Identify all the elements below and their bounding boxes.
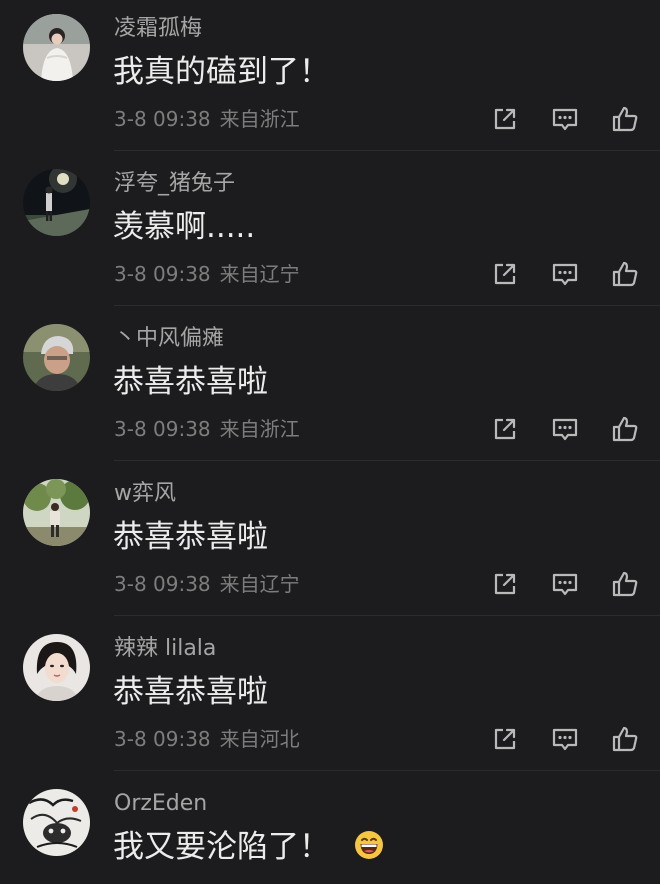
reply-button[interactable] [550,724,580,754]
share-button[interactable] [490,414,520,444]
comment-text-body: 我又要沦陷了！ [113,829,330,865]
username[interactable]: 丶中风偏瘫 [114,324,224,354]
comment-text: 我真的磕到了！ [113,54,330,90]
comment-time: 3-8 09:38 [114,572,211,596]
divider [114,305,660,306]
share-button[interactable] [490,724,520,754]
divider [114,150,660,151]
grinning-face-emoji-icon [355,831,383,859]
username[interactable]: 凌霜孤梅 [114,14,202,44]
like-button[interactable] [610,104,640,134]
comment-location: 来自河北 [219,727,300,751]
thumbs-up-icon [612,416,638,442]
share-icon [494,418,516,440]
avatar-woman-white-dress-icon [23,14,90,81]
comment-meta: 3-8 09:38 来自浙江 [114,104,300,134]
avatar[interactable] [23,789,90,856]
comment-text: 恭喜恭喜啦 [113,519,268,555]
username[interactable]: OrzEden [114,789,207,819]
avatar[interactable] [23,479,90,546]
share-button[interactable] [490,569,520,599]
comment-item: OrzEden 我又要沦陷了！ [0,775,660,884]
like-button[interactable] [610,259,640,289]
comment-item: w弈风 恭喜恭喜啦 3-8 09:38 来自辽宁 [0,465,660,620]
comment-meta: 3-8 09:38 来自辽宁 [114,569,300,599]
share-icon [494,728,516,750]
divider [114,615,660,616]
comment-meta: 3-8 09:38 来自辽宁 [114,259,300,289]
reply-button[interactable] [550,259,580,289]
divider [114,770,660,771]
share-icon [494,263,516,285]
avatar-person-trees-icon [23,479,90,546]
share-icon [494,108,516,130]
share-icon [494,573,516,595]
reply-button[interactable] [550,104,580,134]
like-button[interactable] [610,414,640,444]
comment-time: 3-8 09:38 [114,727,211,751]
comment-bubble-icon [552,573,578,596]
comment-bubble-icon [552,108,578,131]
comment-text: 恭喜恭喜啦 [113,674,268,710]
comment-bubble-icon [552,728,578,751]
share-button[interactable] [490,259,520,289]
comment-location: 来自辽宁 [219,572,300,596]
avatar-ink-drawing-icon [23,789,90,856]
thumbs-up-icon [612,571,638,597]
username[interactable]: w弈风 [114,479,176,509]
comment-location: 来自辽宁 [219,262,300,286]
avatar[interactable] [23,14,90,81]
username[interactable]: 浮夸_猪兔子 [114,169,235,199]
comment-time: 3-8 09:38 [114,262,211,286]
comment-text: 羡慕啊..... [113,209,256,245]
comment-item: 辣辣 lilala 恭喜恭喜啦 3-8 09:38 来自河北 [0,620,660,775]
reply-button[interactable] [550,414,580,444]
comment-location: 来自浙江 [219,417,300,441]
like-button[interactable] [610,569,640,599]
username[interactable]: 辣辣 lilala [114,634,216,664]
comment-item: 丶中风偏瘫 恭喜恭喜啦 3-8 09:38 来自浙江 [0,310,660,465]
comment-text: 恭喜恭喜啦 [113,364,268,400]
thumbs-up-icon [612,106,638,132]
divider [114,460,660,461]
comment-time: 3-8 09:38 [114,417,211,441]
avatar-man-portrait-icon [23,324,90,391]
comment-meta: 3-8 09:38 来自浙江 [114,414,300,444]
comment-bubble-icon [552,418,578,441]
comment-item: 浮夸_猪兔子 羡慕啊..... 3-8 09:38 来自辽宁 [0,155,660,310]
comment-meta: 3-8 09:38 来自河北 [114,724,300,754]
comment-text: 我又要沦陷了！ [113,825,384,869]
avatar-woman-portrait-icon [23,634,90,701]
comment-item: 凌霜孤梅 我真的磕到了！ 3-8 09:38 来自浙江 [0,0,660,155]
comment-time: 3-8 09:38 [114,107,211,131]
comment-location: 来自浙江 [219,107,300,131]
avatar[interactable] [23,634,90,701]
avatar-night-street-icon [23,169,90,236]
thumbs-up-icon [612,726,638,752]
like-button[interactable] [610,724,640,754]
avatar[interactable] [23,169,90,236]
comment-bubble-icon [552,263,578,286]
reply-button[interactable] [550,569,580,599]
share-button[interactable] [490,104,520,134]
avatar[interactable] [23,324,90,391]
thumbs-up-icon [612,261,638,287]
